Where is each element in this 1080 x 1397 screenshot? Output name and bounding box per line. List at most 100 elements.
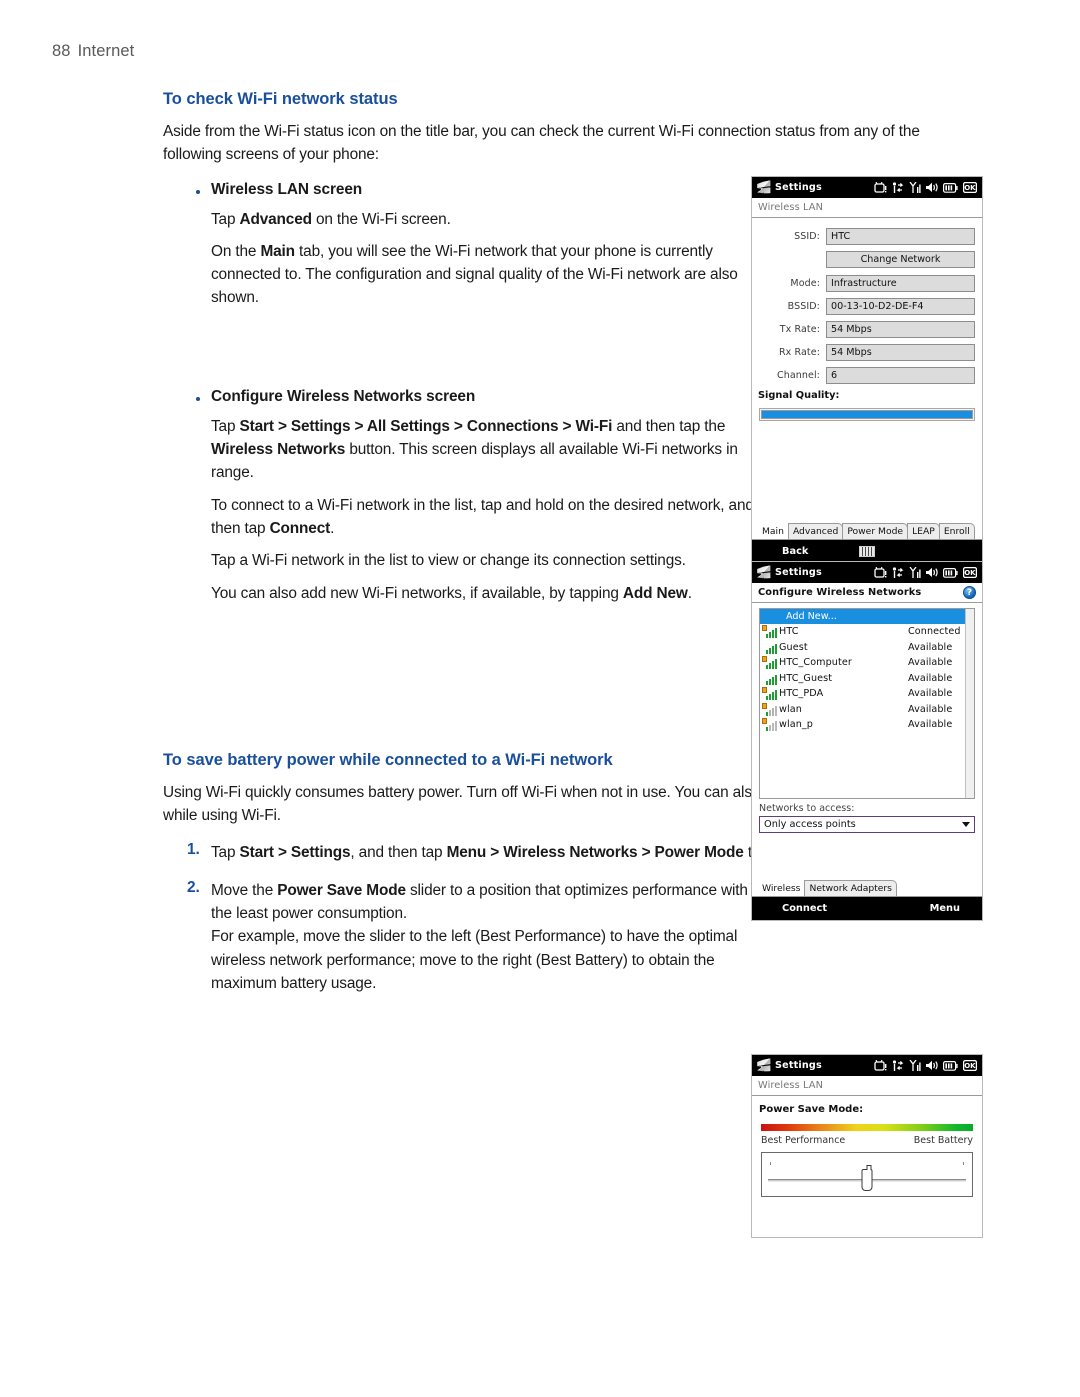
lock-icon	[762, 625, 767, 632]
screen-subtitle-bar: Wireless LAN	[752, 1076, 982, 1096]
screen-subtitle: Wireless LAN	[758, 202, 824, 213]
list-item-add-new[interactable]: Add New...	[760, 609, 974, 624]
tab-main[interactable]: Main	[757, 523, 789, 539]
start-flag-icon[interactable]	[756, 565, 771, 580]
signal-bars-icon	[766, 643, 777, 654]
wifi-signal-icon	[762, 702, 779, 716]
softkey-back[interactable]: Back	[782, 546, 808, 557]
field-value[interactable]: 54 Mbps	[826, 344, 975, 361]
list-item[interactable]: Guest Available	[760, 640, 974, 656]
title-bar-app-name: Settings	[775, 567, 822, 578]
tab-enroll[interactable]: Enroll	[938, 523, 975, 539]
chevron-down-icon[interactable]	[962, 822, 970, 827]
keyboard-icon[interactable]	[859, 546, 875, 557]
list-item[interactable]: wlan_p Available	[760, 717, 974, 733]
slider-tick	[770, 1162, 771, 1165]
change-network-row: Change Network	[752, 251, 975, 268]
screen-subtitle-bar: Configure Wireless Networks ?	[752, 583, 982, 603]
ok-icon[interactable]: OK	[963, 567, 977, 578]
numbered-para: Move the Power Save Mode slider to a pos…	[211, 881, 748, 923]
status-icons: OK	[874, 1059, 978, 1072]
svg-text:OK: OK	[964, 569, 976, 577]
network-name: wlan_p	[779, 719, 813, 731]
screenshot-wireless-lan: Settings OK Wireless LAN SSID: HTC Chang…	[751, 176, 983, 564]
battery-icon	[943, 567, 958, 578]
ok-icon[interactable]: OK	[963, 182, 977, 193]
screen-subtitle: Wireless LAN	[758, 1080, 824, 1091]
speaker-icon	[926, 567, 938, 577]
tab-leap[interactable]: LEAP	[907, 523, 940, 539]
field-label: SSID:	[794, 231, 820, 242]
field-label: Channel:	[776, 370, 820, 381]
list-item[interactable]: HTC_Computer Available	[760, 655, 974, 671]
tab-advanced[interactable]: Advanced	[787, 523, 844, 539]
field-channel[interactable]: Channel: 6	[752, 367, 982, 384]
network-list[interactable]: Add New... HTC Connected Guest Available HTC…	[759, 608, 975, 799]
start-flag-icon[interactable]	[756, 1058, 771, 1073]
tab-network-adapters[interactable]: Network Adapters	[804, 880, 897, 896]
signal-bars-icon	[909, 1059, 921, 1071]
field-value[interactable]: 6	[826, 367, 975, 384]
bullet-para: On the Main tab, you will see the Wi-Fi …	[211, 242, 738, 307]
slider-thumb[interactable]	[861, 1165, 873, 1191]
power-save-slider[interactable]	[761, 1152, 973, 1197]
slider-tick	[963, 1162, 964, 1165]
status-icons: OK	[874, 181, 978, 194]
configure-wireless-body: Add New... HTC Connected Guest Available HTC…	[752, 608, 982, 897]
signal-quality-fill	[761, 410, 973, 419]
field-value[interactable]: Infrastructure	[826, 275, 975, 292]
network-name: HTC_Guest	[779, 672, 833, 684]
ok-icon[interactable]: OK	[963, 1060, 977, 1071]
running-head: 88 Internet	[52, 42, 134, 61]
signal-bars-icon	[909, 566, 921, 578]
tab-power-mode[interactable]: Power Mode	[842, 523, 909, 539]
field-bssid[interactable]: BSSID: 00-13-10-D2-DE-F4	[752, 298, 982, 315]
section-heading-1: To check Wi-Fi network status	[163, 90, 398, 108]
speaker-icon	[926, 182, 938, 192]
wifi-signal-icon	[762, 718, 779, 732]
field-value[interactable]: HTC	[826, 228, 975, 245]
best-performance-label: Best Performance	[761, 1135, 846, 1146]
field-rx-rate[interactable]: Rx Rate: 54 Mbps	[752, 344, 982, 361]
list-item[interactable]: HTC_PDA Available	[760, 686, 974, 702]
softkey-menu[interactable]: Menu	[930, 903, 960, 914]
field-value[interactable]: 00-13-10-D2-DE-F4	[826, 298, 975, 315]
softkey-connect[interactable]: Connect	[782, 903, 827, 914]
start-flag-icon[interactable]	[756, 180, 771, 195]
tab-strip: Main Advanced Power Mode LEAP Enroll	[752, 523, 982, 540]
select-value: Only access points	[764, 819, 856, 830]
wifi-signal-icon	[762, 672, 779, 685]
help-icon[interactable]: ?	[963, 586, 976, 599]
field-tx-rate[interactable]: Tx Rate: 54 Mbps	[752, 321, 982, 338]
lock-icon	[762, 687, 767, 694]
page-number: 88	[52, 42, 71, 60]
wireless-lan-body: SSID: HTC Change Network Mode: Infrastru…	[752, 218, 982, 540]
field-value[interactable]: 54 Mbps	[826, 321, 975, 338]
manual-page: 88 Internet To check Wi-Fi network status…	[0, 0, 1080, 1397]
alert-clock-icon	[874, 1059, 887, 1071]
network-name: HTC_Computer	[779, 657, 852, 669]
screen-subtitle: Configure Wireless Networks	[758, 587, 922, 598]
soft-key-bar: Connect Menu	[752, 897, 982, 920]
list-item[interactable]: HTC Connected	[760, 624, 974, 640]
list-item[interactable]: HTC_Guest Available	[760, 671, 974, 687]
field-mode[interactable]: Mode: Infrastructure	[752, 275, 982, 292]
wifi-signal-icon	[762, 687, 779, 701]
bullet-para: Tap a Wi-Fi network in the list to view …	[211, 552, 686, 570]
battery-icon	[943, 182, 958, 193]
lock-icon	[762, 718, 767, 725]
list-item[interactable]: wlan Available	[760, 702, 974, 718]
list-scrollbar[interactable]	[965, 609, 974, 798]
signal-bars-icon	[909, 181, 921, 193]
status-icons: OK	[874, 566, 978, 579]
signal-bars-icon	[766, 674, 777, 685]
networks-to-access-select[interactable]: Only access points	[759, 816, 975, 833]
change-network-button[interactable]: Change Network	[826, 251, 975, 268]
network-rows: HTC Connected Guest Available HTC_Computer Av…	[760, 624, 974, 733]
battery-icon	[943, 1060, 958, 1071]
alert-clock-icon	[874, 181, 887, 193]
field-ssid[interactable]: SSID: HTC	[752, 228, 982, 245]
tab-wireless[interactable]: Wireless	[757, 880, 806, 896]
networks-to-access-label: Networks to access:	[759, 803, 855, 814]
network-name: wlan	[779, 703, 802, 715]
